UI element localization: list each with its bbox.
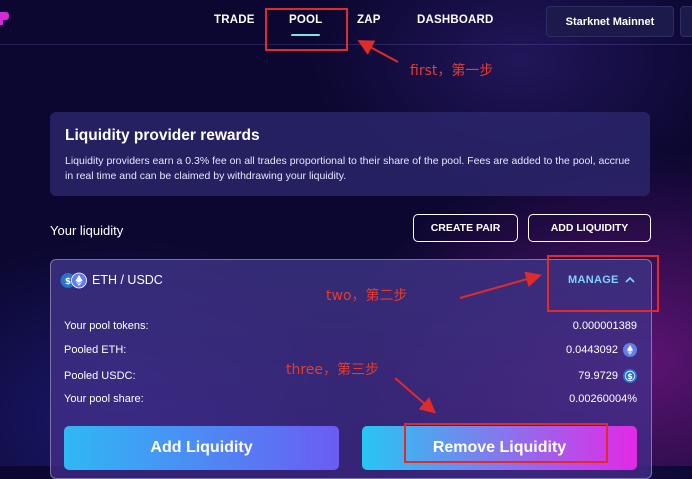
annotation-first: first，第一步 <box>410 63 494 79</box>
annotation-two: two，第二步 <box>326 288 408 304</box>
annotation-three: three，第三步 <box>286 362 380 378</box>
annotation-arrows <box>357 40 542 414</box>
